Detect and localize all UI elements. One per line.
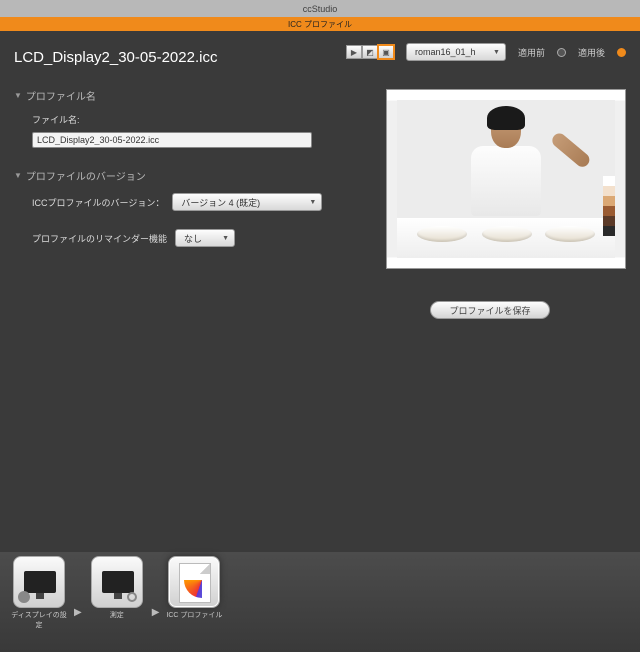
reminder-select[interactable]: なし: [175, 229, 235, 247]
reminder-label: プロファイルのリマインダー機能: [32, 232, 167, 245]
color-swatch: [603, 206, 615, 216]
before-label: 適用前: [518, 46, 545, 59]
after-radio[interactable]: [617, 48, 626, 57]
version-select[interactable]: バージョン 4 (既定): [172, 193, 322, 211]
workflow-steps: ディスプレイの設定 ▶ 測定 ▶ ICC プロファイル: [0, 552, 640, 652]
filename-input[interactable]: [32, 132, 312, 148]
before-radio[interactable]: [557, 48, 566, 57]
color-swatch: [603, 196, 615, 206]
preview-mode-tabs: ▶ ◩ ▣: [346, 45, 394, 59]
preview-tab-1[interactable]: ▶: [346, 45, 362, 59]
window-title: ccStudio: [303, 4, 338, 14]
step-display-settings[interactable]: ディスプレイの設定: [8, 556, 70, 630]
step-icc-profile[interactable]: ICC プロファイル: [163, 556, 225, 620]
section-header-version[interactable]: プロファイルのバージョン: [14, 168, 374, 183]
step-measure[interactable]: 測定: [86, 556, 148, 620]
preview-tab-2[interactable]: ◩: [362, 45, 378, 59]
main-panel: ▶ ◩ ▣ roman16_01_h 適用前 適用後 LCD_Display2_…: [0, 31, 640, 652]
filename-label: ファイル名:: [32, 113, 374, 126]
color-swatch: [603, 186, 615, 196]
color-swatch: [603, 226, 615, 236]
preview-tab-3[interactable]: ▣: [378, 45, 394, 59]
chevron-right-icon: ▶: [74, 607, 82, 618]
preview-image-value: roman16_01_h: [415, 47, 476, 57]
window-titlebar: ccStudio: [0, 0, 640, 17]
window-subtitle: ICC プロファイル: [288, 19, 352, 30]
version-label: ICCプロファイルのバージョン：: [32, 196, 164, 209]
save-profile-button[interactable]: プロファイルを保存: [430, 301, 550, 319]
color-swatch: [603, 176, 615, 186]
preview-image-select[interactable]: roman16_01_h: [406, 43, 506, 61]
chevron-right-icon: ▶: [152, 607, 160, 618]
preview-controls: ▶ ◩ ▣ roman16_01_h 適用前 適用後: [346, 43, 626, 61]
color-swatch: [603, 216, 615, 226]
preview-image: [386, 89, 626, 269]
section-header-name[interactable]: プロファイル名: [14, 88, 374, 103]
after-label: 適用後: [578, 46, 605, 59]
window-subtitle-bar: ICC プロファイル: [0, 17, 640, 31]
